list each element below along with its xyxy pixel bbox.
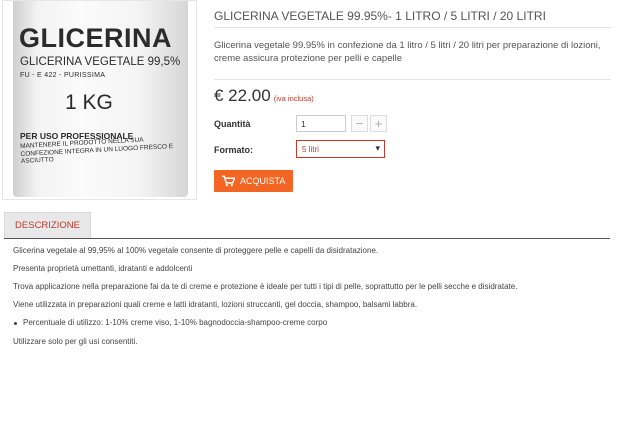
quantity-label: Quantità <box>214 119 251 129</box>
buy-button-label: ACQUISTA <box>240 176 286 186</box>
quantity-decrease-button[interactable]: − <box>351 115 368 132</box>
description-footer: Utilizzare solo per gli usi consentiti. <box>13 337 138 346</box>
product-image[interactable]: GLICERINA GLICERINA VEGETALE 99,5% FU - … <box>2 0 197 200</box>
quantity-increase-button[interactable]: + <box>370 115 387 132</box>
format-select[interactable]: 5 litri ▾ <box>296 140 385 158</box>
image-weight: 1 KG <box>65 91 113 114</box>
description-bullet: Percentuale di utilizzo: 1-10% creme vis… <box>23 318 328 327</box>
caret-down-icon: ▾ <box>375 143 380 153</box>
buy-button[interactable]: ACQUISTA <box>214 170 293 192</box>
product-summary: Glicerina vegetale 99.95% in confezione … <box>214 40 601 64</box>
bullet-dot <box>14 322 17 325</box>
quantity-input[interactable]: 1 <box>296 115 346 132</box>
description-paragraph: Viene utilizzata in preparazioni quali c… <box>13 300 418 309</box>
tab-divider <box>4 238 610 239</box>
description-paragraph: Presenta proprietà umettanti, idratanti … <box>13 264 193 273</box>
description-paragraph: Trova applicazione nella preparazione fa… <box>13 282 518 291</box>
image-subtitle: GLICERINA VEGETALE 99,5% <box>20 56 181 68</box>
tab-description[interactable]: DESCRIZIONE <box>4 212 91 239</box>
title-divider <box>214 27 611 28</box>
price-note: (iva inclusa) <box>273 94 314 103</box>
price-value: € 22.00 <box>214 86 271 105</box>
image-code: FU - E 422 - PURISSIMA <box>20 72 106 79</box>
bottle-label: GLICERINA GLICERINA VEGETALE 99,5% FU - … <box>13 1 188 197</box>
format-selected: 5 litri <box>302 145 319 154</box>
summary-divider <box>214 79 611 80</box>
price: € 22.00 (iva inclusa) <box>214 86 314 106</box>
image-brand: GLICERINA <box>19 23 172 53</box>
format-label: Formato: <box>214 145 253 155</box>
description-paragraph: Glicerina vegetale al 99,95% al 100% veg… <box>13 246 379 255</box>
cart-icon <box>222 175 235 187</box>
product-title: GLICERINA VEGETALE 99.95%- 1 LITRO / 5 L… <box>214 9 546 23</box>
